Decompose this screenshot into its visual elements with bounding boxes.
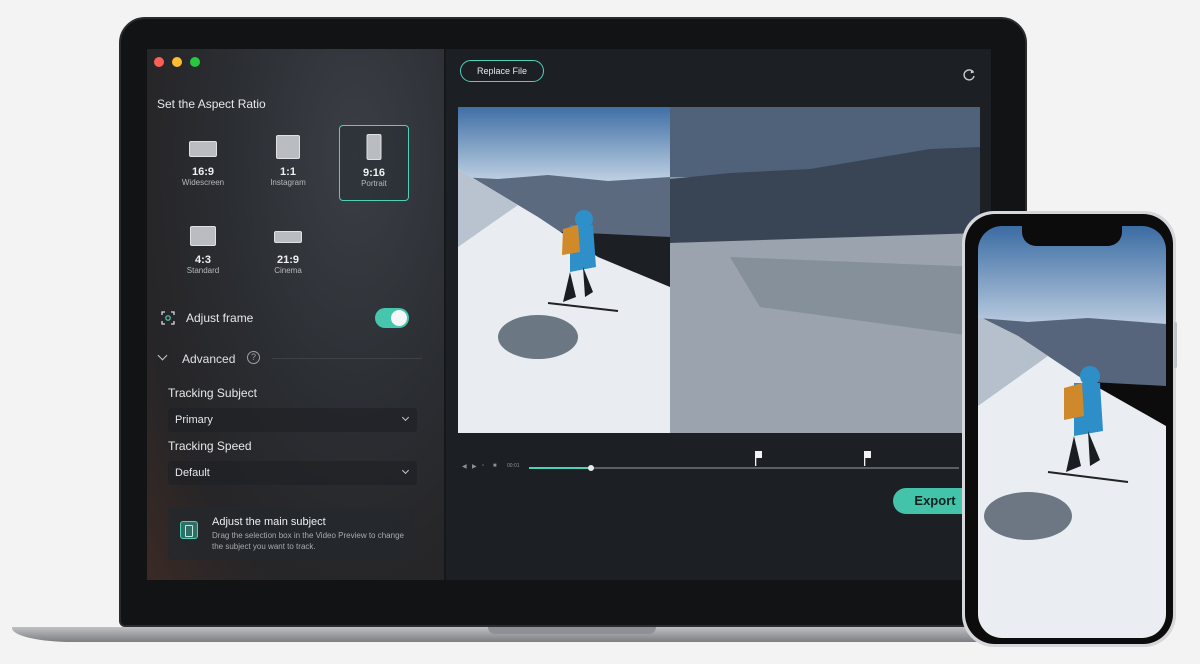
phone-side-button [1174,322,1177,368]
app-window: Set the Aspect Ratio 16:9 Widescreen 1:1… [147,49,991,580]
ratio-value: 1:1 [280,166,296,178]
ratio-name: Standard [186,266,220,275]
settings-panel: Set the Aspect Ratio 16:9 Widescreen 1:1… [147,49,446,580]
timeline-progress [529,467,591,469]
phone-frame-icon [180,521,198,539]
help-icon[interactable]: ? [247,351,260,364]
select-value: Primary [175,414,213,426]
standard-icon [190,226,216,246]
tip-body: Drag the selection box in the Video Prev… [212,531,404,551]
frame-focus-icon [161,311,175,325]
stop-icon[interactable]: ■ [493,463,497,469]
phone-mockup [962,211,1176,647]
adjust-frame-label: Adjust frame [186,311,254,325]
widescreen-icon [189,141,217,157]
ratio-value: 4:3 [195,254,211,266]
ratio-option-9-16[interactable]: 9:16 Portrait [339,125,409,201]
advanced-section-toggle[interactable]: Advanced [182,352,235,366]
phone-bezel [965,214,1173,644]
video-preview[interactable] [458,107,980,433]
ratio-option-1-1[interactable]: 1:1 Instagram [253,125,323,201]
tracking-speed-select[interactable]: Default [168,461,417,485]
select-value: Default [175,467,210,479]
ratio-name: Widescreen [181,178,225,187]
ratio-option-21-9[interactable]: 21:9 Cinema [253,213,323,289]
section-title: Set the Aspect Ratio [157,97,266,111]
close-window-button[interactable] [154,57,164,67]
keyframe-marker-icon[interactable] [864,451,872,466]
ratio-value: 21:9 [276,254,300,266]
maximize-window-button[interactable] [190,57,200,67]
video-outside-crop [670,107,980,433]
minimize-window-button[interactable] [172,57,182,67]
ratio-option-16-9[interactable]: 16:9 Widescreen [168,125,238,201]
laptop-hinge-notch [488,627,656,634]
tip-title: Adjust the main subject [212,516,326,528]
portrait-icon [366,134,382,160]
video-crop-region[interactable] [458,107,670,433]
chevron-down-icon [401,413,410,422]
play-icon[interactable]: ▶ [472,463,477,470]
ratio-option-4-3[interactable]: 4:3 Standard [168,213,238,289]
tip-card: Adjust the main subject Drag the selecti… [168,508,414,560]
timecode: 00:01 [507,463,520,469]
ratio-name: Instagram [270,178,306,187]
ratio-name: Cinema [274,266,302,275]
square-icon [276,135,300,159]
next-frame-icon[interactable]: ▫ [482,463,484,469]
cinema-icon [274,231,302,243]
toggle-knob [391,310,407,326]
ratio-value: 16:9 [191,166,215,178]
replace-file-button[interactable]: Replace File [460,60,544,82]
ratio-value: 9:16 [362,167,386,179]
tracking-speed-label: Tracking Speed [168,439,252,453]
previous-frame-icon[interactable]: ◀ [462,463,467,470]
phone-notch [1022,226,1122,246]
refresh-icon[interactable] [962,68,976,82]
divider [272,358,422,359]
ratio-name: Portrait [361,179,387,188]
portrait-video-output [978,226,1166,638]
chevron-down-icon [401,466,410,475]
product-showcase: Set the Aspect Ratio 16:9 Widescreen 1:1… [0,0,1200,664]
tracking-subject-label: Tracking Subject [168,386,257,400]
adjust-frame-toggle[interactable] [375,308,409,328]
playhead-handle[interactable] [588,465,594,471]
chevron-down-icon[interactable] [157,350,168,361]
tracking-subject-select[interactable]: Primary [168,408,417,432]
keyframe-marker-icon[interactable] [755,451,763,466]
